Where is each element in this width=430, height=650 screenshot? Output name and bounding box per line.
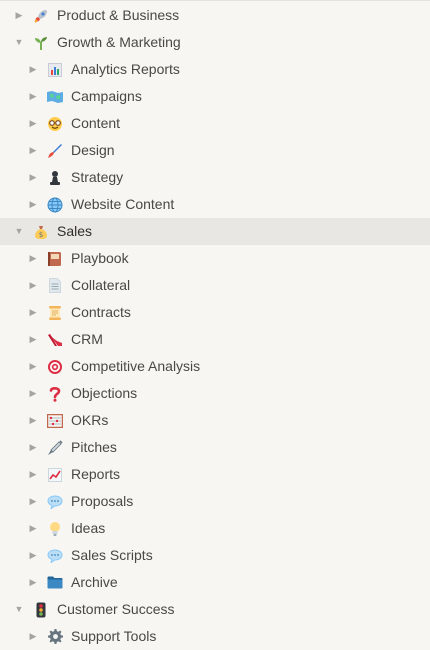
tree-item-label: Support Tools xyxy=(71,628,157,644)
tree-item-content[interactable]: ▶ Content xyxy=(0,110,430,137)
tree-item-label: Sales Scripts xyxy=(71,547,153,563)
tree-item-label: Archive xyxy=(71,574,118,590)
tree-item-label: OKRs xyxy=(71,412,109,428)
tree-item-label: Customer Success xyxy=(57,601,175,617)
tree-item-competitive-analysis[interactable]: ▶ Competitive Analysis xyxy=(0,353,430,380)
tree-item-pitches[interactable]: ▶ Pitches xyxy=(0,434,430,461)
triangle-right-icon[interactable]: ▶ xyxy=(26,306,40,320)
tree-item-reports[interactable]: ▶ Reports xyxy=(0,461,430,488)
tree-item-label: Strategy xyxy=(71,169,124,185)
tree-item-label: Collateral xyxy=(71,277,131,293)
tree-item-label: Playbook xyxy=(71,250,129,266)
triangle-down-icon[interactable]: ▼ xyxy=(12,225,26,239)
triangle-right-icon[interactable]: ▶ xyxy=(26,360,40,374)
speech-bubble-icon xyxy=(46,493,64,511)
chess-pawn-icon xyxy=(46,169,64,187)
tree-item-label: Growth & Marketing xyxy=(57,34,181,50)
tree-item-label: Contracts xyxy=(71,304,131,320)
money-bag-icon: $ xyxy=(32,223,50,241)
tree-item-strategy[interactable]: ▶ Strategy xyxy=(0,164,430,191)
tree-item-playbook[interactable]: ▶ Playbook xyxy=(0,245,430,272)
tree-item-product-business[interactable]: ▶ Product & Business xyxy=(0,2,430,29)
triangle-down-icon[interactable]: ▼ xyxy=(12,36,26,50)
tree-item-label: Sales xyxy=(57,223,93,239)
question-mark-icon xyxy=(46,385,64,403)
triangle-right-icon[interactable]: ▶ xyxy=(26,414,40,428)
tree-item-label: Design xyxy=(71,142,115,158)
seedling-icon xyxy=(32,34,50,52)
tree-item-label: Objections xyxy=(71,385,138,401)
tree-item-proposals[interactable]: ▶ Proposals xyxy=(0,488,430,515)
triangle-right-icon[interactable]: ▶ xyxy=(26,198,40,212)
tree-item-contracts[interactable]: ▶ Contracts xyxy=(0,299,430,326)
triangle-right-icon[interactable]: ▶ xyxy=(26,495,40,509)
tree-item-archive[interactable]: ▶ Archive xyxy=(0,569,430,596)
triangle-right-icon[interactable]: ▶ xyxy=(26,144,40,158)
triangle-right-icon[interactable]: ▶ xyxy=(26,441,40,455)
notebook-icon xyxy=(46,250,64,268)
tree-item-sales[interactable]: ▼ $ Sales xyxy=(0,218,430,245)
tree-item-label: Competitive Analysis xyxy=(71,358,201,374)
tree-item-label: Analytics Reports xyxy=(71,61,180,77)
triangle-right-icon[interactable]: ▶ xyxy=(26,117,40,131)
tree-item-design[interactable]: ▶ Design xyxy=(0,137,430,164)
syringe-icon xyxy=(46,439,64,457)
triangle-right-icon[interactable]: ▶ xyxy=(26,630,40,644)
triangle-right-icon[interactable]: ▶ xyxy=(26,63,40,77)
globe-icon xyxy=(46,196,64,214)
tree-item-label: Website Content xyxy=(71,196,175,212)
paintbrush-icon xyxy=(46,142,64,160)
tree-item-label: Content xyxy=(71,115,121,131)
tree-item-okrs[interactable]: ▶ OKRs xyxy=(0,407,430,434)
tree-item-collateral[interactable]: ▶ Collateral xyxy=(0,272,430,299)
tree-item-label: Product & Business xyxy=(57,7,180,23)
tree-item-label: CRM xyxy=(71,331,103,347)
document-icon xyxy=(46,277,64,295)
folder-icon xyxy=(46,574,64,592)
tree-item-campaigns[interactable]: ▶ Campaigns xyxy=(0,83,430,110)
tree-item-label: Pitches xyxy=(71,439,117,455)
tree-item-analytics-reports[interactable]: ▶ Analytics Reports xyxy=(0,56,430,83)
triangle-right-icon[interactable]: ▶ xyxy=(12,9,26,23)
map-icon xyxy=(46,88,64,106)
triangle-right-icon[interactable]: ▶ xyxy=(26,468,40,482)
triangle-down-icon[interactable]: ▼ xyxy=(12,603,26,617)
gear-icon xyxy=(46,628,64,646)
nerd-face-icon xyxy=(46,115,64,133)
tree-item-objections[interactable]: ▶ Objections xyxy=(0,380,430,407)
chart-increasing-icon xyxy=(46,466,64,484)
tree-item-sales-scripts[interactable]: ▶ Sales Scripts xyxy=(0,542,430,569)
triangle-right-icon[interactable]: ▶ xyxy=(26,522,40,536)
traffic-light-icon xyxy=(32,601,50,619)
triangle-right-icon[interactable]: ▶ xyxy=(26,549,40,563)
tree-item-label: Reports xyxy=(71,466,121,482)
running-shoe-icon xyxy=(46,331,64,349)
triangle-right-icon[interactable]: ▶ xyxy=(26,252,40,266)
triangle-right-icon[interactable]: ▶ xyxy=(26,333,40,347)
tree-item-support-tools[interactable]: ▶ Support Tools xyxy=(0,623,430,650)
triangle-right-icon[interactable]: ▶ xyxy=(26,576,40,590)
tree-item-label: Campaigns xyxy=(71,88,142,104)
bar-chart-icon xyxy=(46,61,64,79)
sidebar-page-tree: ▶ Product & Business ▼ Growth & Marketin… xyxy=(0,2,430,650)
speech-bubble-icon xyxy=(46,547,64,565)
target-icon xyxy=(46,358,64,376)
tree-item-crm[interactable]: ▶ CRM xyxy=(0,326,430,353)
tree-item-ideas[interactable]: ▶ Ideas xyxy=(0,515,430,542)
triangle-right-icon[interactable]: ▶ xyxy=(26,387,40,401)
triangle-right-icon[interactable]: ▶ xyxy=(26,90,40,104)
triangle-right-icon[interactable]: ▶ xyxy=(26,171,40,185)
rocket-icon xyxy=(32,7,50,25)
svg-text:$: $ xyxy=(39,231,43,239)
tree-item-label: Proposals xyxy=(71,493,134,509)
light-bulb-icon xyxy=(46,520,64,538)
tree-item-label: Ideas xyxy=(71,520,106,536)
triangle-right-icon[interactable]: ▶ xyxy=(26,279,40,293)
scroll-icon xyxy=(46,304,64,322)
tree-item-growth-marketing[interactable]: ▼ Growth & Marketing xyxy=(0,29,430,56)
abacus-icon xyxy=(46,412,64,430)
tree-item-website-content[interactable]: ▶ Website Content xyxy=(0,191,430,218)
tree-item-customer-success[interactable]: ▼ Customer Success xyxy=(0,596,430,623)
